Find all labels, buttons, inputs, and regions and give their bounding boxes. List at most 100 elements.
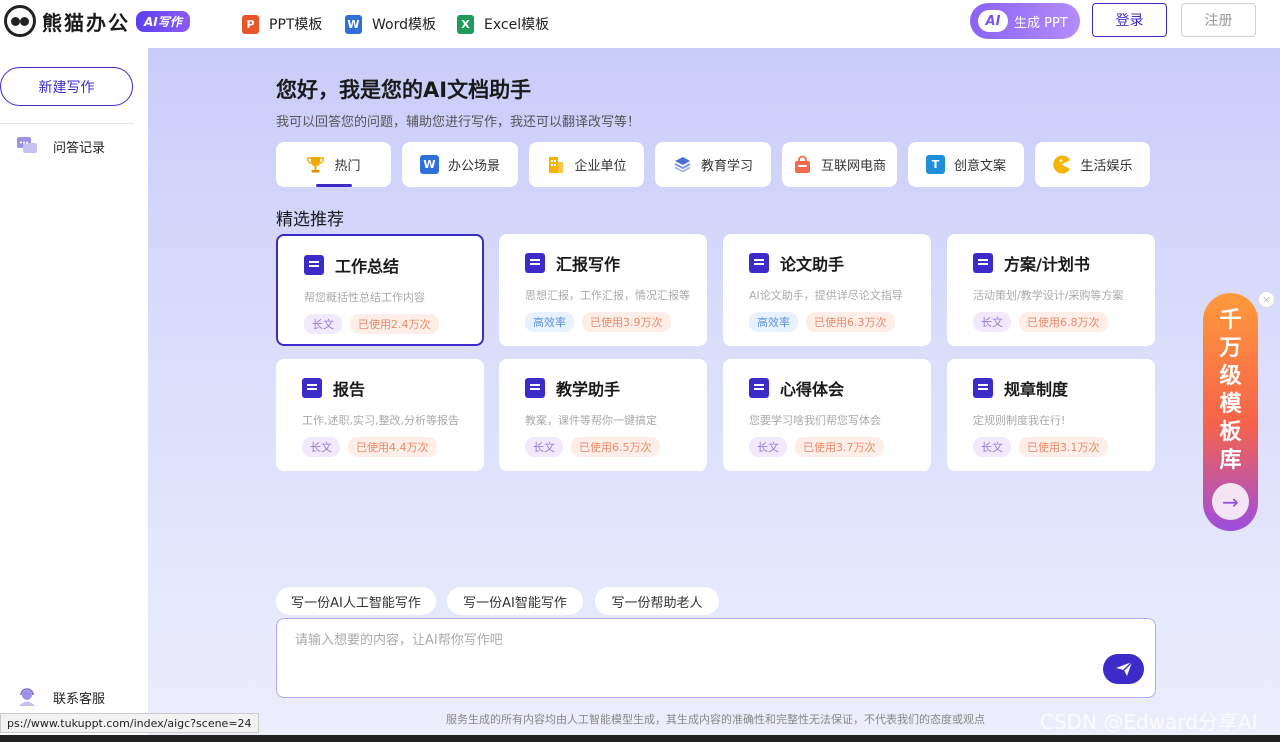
banner-text: 千 万 级 模 板 库	[1203, 307, 1258, 475]
banner-char: 万	[1219, 336, 1242, 361]
tab-label: 生活娱乐	[1080, 159, 1133, 174]
card-thesis-assistant[interactable]: 论文助手 AI论文助手，提供详尽论文指导 高效率 已使用6.3万次	[723, 234, 931, 346]
card-report[interactable]: 报告 工作,述职,实习,整改,分析等报告 长文 已使用4.4万次	[276, 359, 484, 471]
active-tab-indicator	[316, 184, 352, 187]
card-usage-tag: 已使用2.4万次	[350, 314, 439, 334]
card-description: AI论文助手，提供详尽论文指导	[749, 289, 903, 302]
document-icon	[525, 253, 545, 273]
panda-logo-icon	[4, 5, 36, 37]
card-title: 规章制度	[1004, 380, 1069, 399]
card-usage-tag: 已使用3.1万次	[1019, 437, 1108, 457]
excel-icon: X	[457, 14, 474, 34]
page-title: 您好，我是您的AI文档助手	[276, 78, 532, 102]
card-teaching-assistant[interactable]: 教学助手 教案，课件等帮你一键搞定 长文 已使用6.5万次	[499, 359, 707, 471]
banner-char: 级	[1219, 364, 1242, 389]
tab-lifestyle[interactable]: 生活娱乐	[1035, 142, 1150, 187]
tab-label: 办公场景	[447, 159, 500, 174]
sidebar-item-label: 问答记录	[53, 140, 106, 156]
tab-enterprise[interactable]: 企业单位	[529, 142, 644, 187]
sidebar: 新建写作 问答记录 联系客服	[0, 48, 148, 742]
tab-education[interactable]: 教育学习	[655, 142, 771, 187]
send-button[interactable]	[1103, 654, 1144, 684]
card-description: 教案，课件等帮你一键搞定	[525, 414, 657, 427]
send-icon	[1115, 661, 1132, 676]
card-work-summary[interactable]: 工作总结 帮您概括性总结工作内容 长文 已使用2.4万次	[276, 234, 484, 346]
card-title: 工作总结	[335, 257, 400, 276]
chat-bubbles-icon	[16, 136, 38, 156]
login-button[interactable]: 登录	[1092, 3, 1167, 37]
tab-hot[interactable]: 热门	[276, 142, 391, 187]
prompt-input[interactable]	[295, 629, 1075, 669]
sidebar-item-label: 联系客服	[53, 691, 106, 707]
disclaimer-text: 服务生成的所有内容均由人工智能模型生成，其生成内容的准确性和完整性无法保证，不代…	[446, 713, 985, 726]
nav-word-templates[interactable]: W Word模板	[345, 14, 436, 34]
nav-label: PPT模板	[269, 17, 323, 33]
close-icon[interactable]: ×	[1258, 291, 1275, 308]
card-title: 方案/计划书	[1004, 255, 1090, 274]
suggestion-chip[interactable]: 写一份AI智能写作	[447, 587, 583, 615]
tab-label: 教育学习	[700, 159, 753, 174]
card-usage-tag: 已使用4.4万次	[348, 437, 437, 457]
card-usage-tag: 已使用3.7万次	[795, 437, 884, 457]
card-reflections[interactable]: 心得体会 您要学习啥我们帮您写体会 长文 已使用3.7万次	[723, 359, 931, 471]
pacman-icon	[1052, 155, 1071, 174]
card-description: 工作,述职,实习,整改,分析等报告	[302, 414, 459, 427]
edit-note-icon	[304, 255, 324, 275]
card-description: 您要学习啥我们帮您写体会	[749, 414, 881, 427]
template-library-banner[interactable]: 千 万 级 模 板 库 →	[1203, 293, 1258, 531]
banner-char: 千	[1219, 308, 1242, 333]
tab-label: 互联网电商	[820, 159, 886, 174]
banner-char: 模	[1219, 392, 1242, 417]
tab-ecommerce[interactable]: 互联网电商	[782, 142, 897, 187]
sidebar-item-support[interactable]: 联系客服	[16, 687, 105, 707]
card-type-tag: 长文	[973, 437, 1011, 457]
calendar-month-icon	[973, 378, 993, 398]
suggestion-chip[interactable]: 写一份帮助老人	[595, 587, 719, 615]
prompt-box	[276, 618, 1156, 698]
clipboard-icon	[302, 378, 322, 398]
card-title: 汇报写作	[556, 255, 621, 274]
card-usage-tag: 已使用6.8万次	[1019, 312, 1108, 332]
card-description: 定规则制度我在行!	[973, 414, 1066, 427]
nav-label: Word模板	[372, 17, 436, 33]
arrow-right-icon: →	[1212, 483, 1249, 520]
register-button[interactable]: 注册	[1181, 3, 1256, 37]
card-type-tag: 长文	[973, 312, 1011, 332]
ai-icon: AI	[978, 10, 1008, 32]
tab-label: 创意文案	[953, 159, 1006, 174]
bookmark-book-icon	[749, 253, 769, 273]
ppt-icon: P	[242, 14, 259, 34]
sidebar-item-history[interactable]: 问答记录	[16, 136, 105, 156]
status-bar-url: ps://www.tukuppt.com/index/aigc?scene=24	[0, 713, 259, 733]
customer-service-icon	[16, 687, 38, 707]
page-subtitle: 我可以回答您的问题，辅助您进行写作，我还可以翻译改写等！	[276, 115, 641, 130]
banner-char: 板	[1219, 420, 1242, 445]
trophy-icon	[306, 155, 325, 174]
card-report-writing[interactable]: 汇报写作 思想汇报，工作汇报，情况汇报等 高效率 已使用3.9万次	[499, 234, 707, 346]
card-description: 思想汇报，工作汇报，情况汇报等	[525, 289, 690, 302]
nav-ppt-templates[interactable]: P PPT模板	[242, 14, 322, 34]
clipboard-check-icon	[749, 378, 769, 398]
new-writing-button[interactable]: 新建写作	[0, 67, 133, 106]
ai-writing-badge: AI写作	[136, 10, 190, 32]
teacher-icon	[525, 378, 545, 398]
card-title: 教学助手	[556, 380, 621, 399]
card-description: 帮您概括性总结工作内容	[304, 291, 425, 304]
card-plan-proposal[interactable]: 方案/计划书 活动策划/教学设计/采购等方案 长文 已使用6.8万次	[947, 234, 1155, 346]
suggestion-chip[interactable]: 写一份AI人工智能写作	[276, 587, 436, 615]
card-usage-tag: 已使用6.5万次	[571, 437, 660, 457]
card-description: 活动策划/教学设计/采购等方案	[973, 289, 1124, 302]
shopping-bag-icon	[793, 155, 812, 174]
nav-excel-templates[interactable]: X Excel模板	[457, 14, 549, 34]
top-header: 熊猫办公 AI写作 P PPT模板 W Word模板 X Excel模板 AI …	[0, 0, 1280, 48]
tab-office[interactable]: W 办公场景	[402, 142, 518, 187]
tab-creative[interactable]: T 创意文案	[908, 142, 1024, 187]
main-content: 您好，我是您的AI文档助手 我可以回答您的问题，辅助您进行写作，我还可以翻译改写…	[148, 48, 1280, 742]
sidebar-divider	[0, 123, 134, 124]
card-title: 论文助手	[780, 255, 845, 274]
brand-logo[interactable]: 熊猫办公 AI写作	[4, 5, 190, 37]
tab-label: 企业单位	[574, 159, 627, 174]
generate-ppt-button[interactable]: AI 生成 PPT	[970, 3, 1080, 39]
card-regulations[interactable]: 规章制度 定规则制度我在行! 长文 已使用3.1万次	[947, 359, 1155, 471]
card-title: 心得体会	[780, 380, 845, 399]
